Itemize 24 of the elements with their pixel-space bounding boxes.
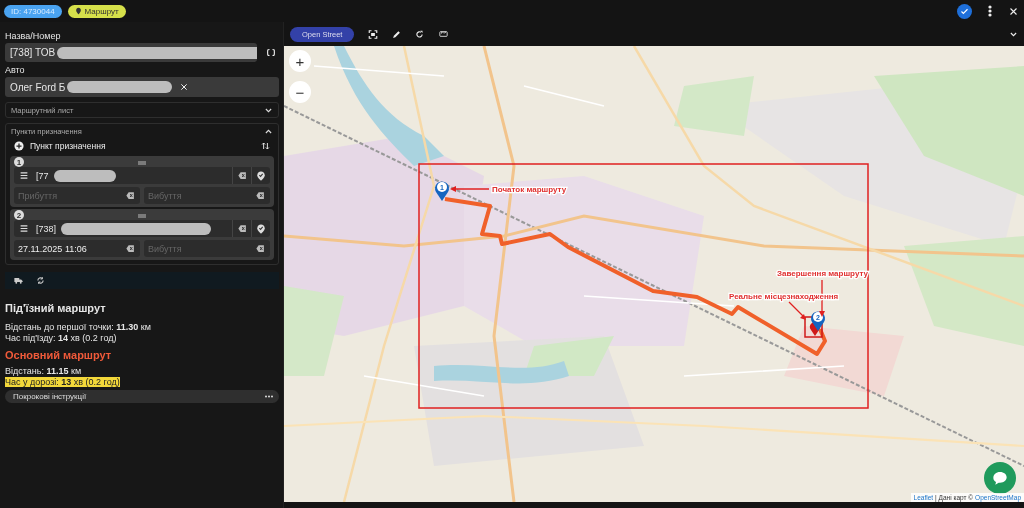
name-field[interactable]: [738] ТОВ xyxy=(5,43,257,62)
section-title: Під'їзний маршрут xyxy=(5,302,107,314)
section-title: Основний маршрут xyxy=(5,349,113,361)
destination-field[interactable]: [77 xyxy=(14,167,270,184)
point-number: 2 xyxy=(14,210,24,220)
point-number: 1 xyxy=(14,157,24,167)
add-destination-button[interactable]: Пункт призначення xyxy=(14,141,106,151)
id-badge: ID: 4730044 xyxy=(4,4,62,18)
instructions-bar[interactable]: Покрокові інструкції xyxy=(5,390,279,403)
destination-field[interactable]: [738] xyxy=(14,220,270,237)
info-line: Відстань до першої точки: 11.30 км xyxy=(5,322,151,333)
field-value: [738] xyxy=(36,223,57,234)
field-value: [77 xyxy=(36,170,49,181)
field-label: Назва/Номер xyxy=(5,31,62,41)
time-input[interactable]: 27.11.2025 11:06 xyxy=(18,243,125,254)
info-line: Час під'їзду: 14 хв (0.2 год) xyxy=(5,332,117,343)
time-field[interactable]: 27.11.2025 11:06 xyxy=(14,240,140,257)
vehicle-field[interactable]: Олег Ford Б xyxy=(5,77,279,97)
field-value: Олег Ford Б xyxy=(10,81,66,93)
info-line: Відстань: 11.15 км xyxy=(5,366,82,377)
field-label: Авто xyxy=(5,65,26,75)
route-badge[interactable]: Маршрут xyxy=(67,4,126,18)
annotation-label: Початок маршруту xyxy=(492,185,567,194)
field-value: [738] ТОВ xyxy=(10,47,56,58)
